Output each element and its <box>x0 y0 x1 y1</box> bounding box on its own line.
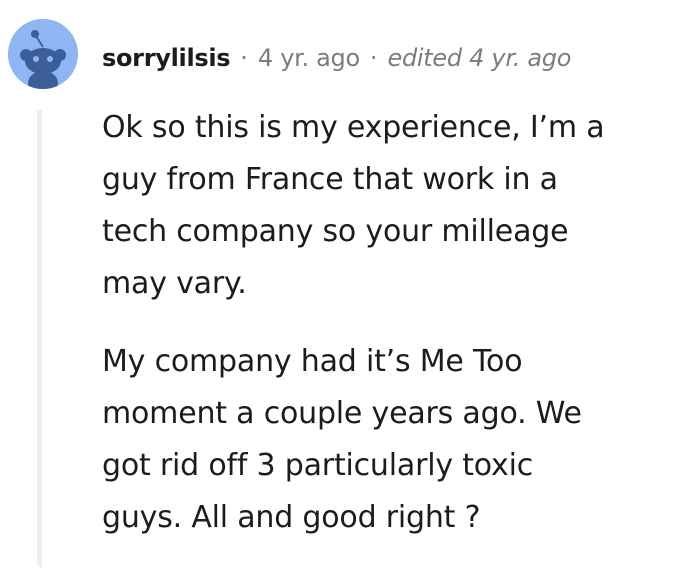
meta-separator: · <box>240 44 248 72</box>
comment-author[interactable]: sorrylilsis <box>102 40 231 76</box>
comment-edited-label: edited 4 yr. ago <box>387 44 572 72</box>
comment-timestamp[interactable]: 4 yr. ago <box>258 40 360 76</box>
comment-meta: sorrylilsis · 4 yr. ago · edited 4 yr. a… <box>102 40 571 76</box>
comment-line: Ok so this is my experience, I’m a <box>102 110 605 145</box>
reddit-snoo-avatar-icon <box>8 19 78 89</box>
comment-line: may vary. <box>102 266 247 301</box>
comment-line: moment a couple years ago. We <box>102 396 582 431</box>
comment-paragraph: Ok so this is my experience, I’m a guy f… <box>102 102 677 310</box>
comment-line: got rid off 3 particularly toxic <box>102 448 534 483</box>
comment-body: Ok so this is my experience, I’m a guy f… <box>102 102 677 570</box>
comment-line: guy from France that work in a <box>102 162 558 197</box>
comment-line: guys. All and good right ? <box>102 500 481 535</box>
user-avatar[interactable] <box>8 19 78 89</box>
thread-collapse-line[interactable] <box>37 110 42 567</box>
meta-separator: · <box>369 44 378 72</box>
comment-line: tech company so your milleage <box>102 214 569 249</box>
comment-line: My company had it’s Me Too <box>102 344 523 379</box>
comment-paragraph: My company had it’s Me Too moment a coup… <box>102 336 677 544</box>
